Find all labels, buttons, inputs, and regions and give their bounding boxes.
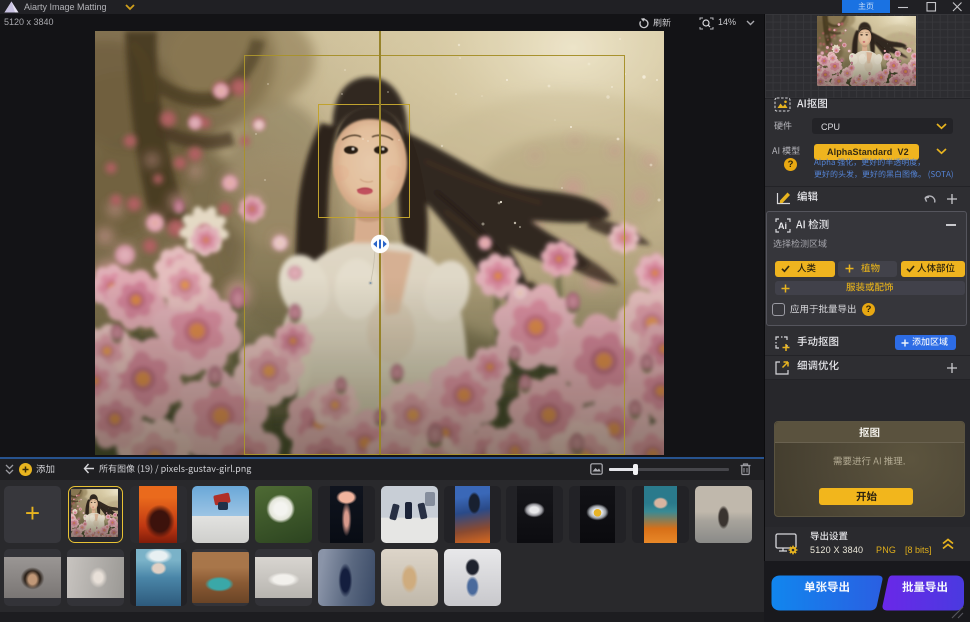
svg-text:Ai: Ai — [778, 221, 787, 231]
